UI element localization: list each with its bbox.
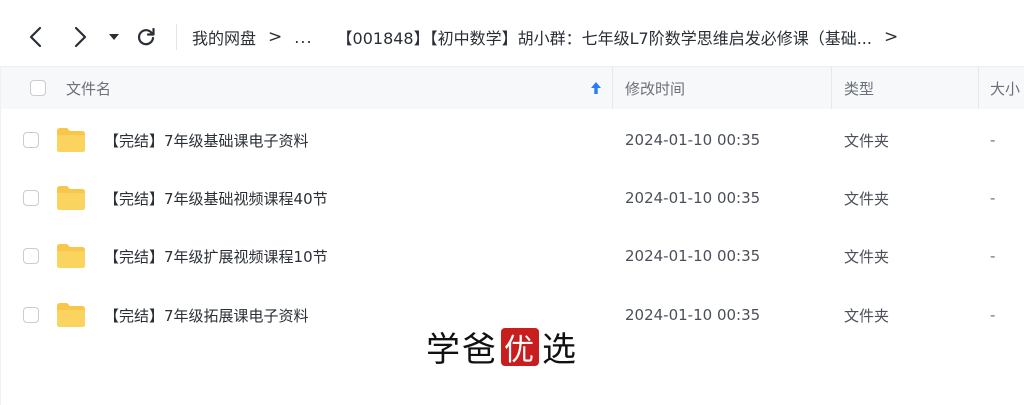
row-checkbox-cell <box>23 227 39 285</box>
file-modified: 2024-01-10 00:35 <box>625 306 761 324</box>
refresh-button[interactable] <box>132 22 160 52</box>
file-name[interactable]: 【完结】7年级基础课电子资料 <box>104 111 309 169</box>
file-name[interactable]: 【完结】7年级基础视频课程40节 <box>104 169 328 227</box>
row-checkbox[interactable] <box>23 190 39 206</box>
folder-icon-cell <box>56 227 86 285</box>
column-header-name-label: 文件名 <box>66 79 112 98</box>
forward-button[interactable] <box>66 22 94 52</box>
column-divider[interactable] <box>612 67 613 109</box>
back-button[interactable] <box>22 22 50 52</box>
file-size: - <box>990 189 996 207</box>
select-all-cell <box>30 67 46 109</box>
folder-icon <box>57 186 85 210</box>
file-size: - <box>990 131 996 149</box>
file-type: 文件夹 <box>844 306 890 325</box>
toolbar: 我的网盘 > ... 【001848】【初中数学】胡小群：七年级L7阶数学思维启… <box>0 0 1024 66</box>
breadcrumb-root[interactable]: 我的网盘 <box>192 25 256 49</box>
breadcrumb-ellipsis[interactable]: ... <box>294 28 312 47</box>
watermark: 学爸 优 选 <box>426 322 578 371</box>
row-checkbox[interactable] <box>23 248 39 264</box>
breadcrumb: 我的网盘 > ... 【001848】【初中数学】胡小群：七年级L7阶数学思维启… <box>192 23 910 51</box>
file-name[interactable]: 【完结】7年级扩展视频课程10节 <box>104 227 328 285</box>
file-row[interactable]: 【完结】7年级扩展视频课程10节 2024-01-10 00:35 文件夹 - <box>0 227 1024 285</box>
breadcrumb-current[interactable]: 【001848】【初中数学】胡小群：七年级L7阶数学思维启发必修课（基础... <box>337 25 872 49</box>
file-modified: 2024-01-10 00:35 <box>625 131 761 149</box>
file-type: 文件夹 <box>844 189 890 208</box>
file-row[interactable]: 【完结】7年级基础课电子资料 2024-01-10 00:35 文件夹 - <box>0 111 1024 169</box>
watermark-text-2: 选 <box>542 330 578 370</box>
row-checkbox-cell <box>23 286 39 344</box>
watermark-badge: 优 <box>501 327 539 368</box>
folder-icon-cell <box>56 111 86 169</box>
sort-ascending-indicator[interactable] <box>590 67 602 109</box>
column-divider[interactable] <box>831 67 832 109</box>
breadcrumb-trailing-separator[interactable]: > <box>884 27 898 47</box>
file-list-header: 文件名 修改时间 类型 大小 <box>0 67 1024 109</box>
chevron-left-icon <box>29 26 42 48</box>
column-header-size-label: 大小 <box>990 79 1021 98</box>
column-header-type[interactable]: 类型 <box>844 67 874 109</box>
column-header-modified[interactable]: 修改时间 <box>625 67 685 109</box>
refresh-icon <box>137 27 155 46</box>
folder-icon <box>57 244 85 268</box>
breadcrumb-separator: > <box>268 27 283 47</box>
file-row[interactable]: 【完结】7年级基础视频课程40节 2024-01-10 00:35 文件夹 - <box>0 169 1024 227</box>
chevron-right-icon <box>74 26 87 48</box>
file-type: 文件夹 <box>844 131 890 150</box>
file-size: - <box>990 306 996 324</box>
file-modified: 2024-01-10 00:35 <box>625 189 761 207</box>
column-divider[interactable] <box>978 67 979 109</box>
row-checkbox-cell <box>23 169 39 227</box>
caret-down-icon <box>109 34 119 40</box>
column-header-size[interactable]: 大小 <box>990 67 1024 109</box>
file-name[interactable]: 【完结】7年级拓展课电子资料 <box>104 286 309 344</box>
toolbar-divider <box>176 24 177 50</box>
watermark-text-1: 学爸 <box>426 330 498 370</box>
column-header-type-label: 类型 <box>844 79 875 98</box>
row-checkbox-cell <box>23 111 39 169</box>
column-header-modified-label: 修改时间 <box>625 79 686 98</box>
file-modified: 2024-01-10 00:35 <box>625 247 761 265</box>
select-all-checkbox[interactable] <box>30 80 46 96</box>
history-dropdown-button[interactable] <box>101 22 127 52</box>
file-size: - <box>990 247 996 265</box>
row-checkbox[interactable] <box>23 307 39 323</box>
file-type: 文件夹 <box>844 247 890 266</box>
folder-icon <box>57 303 85 327</box>
folder-icon-cell <box>56 169 86 227</box>
folder-icon-cell <box>56 286 86 344</box>
row-checkbox[interactable] <box>23 132 39 148</box>
folder-icon <box>57 128 85 152</box>
column-header-name[interactable]: 文件名 <box>66 67 111 109</box>
arrow-up-icon <box>591 82 601 94</box>
